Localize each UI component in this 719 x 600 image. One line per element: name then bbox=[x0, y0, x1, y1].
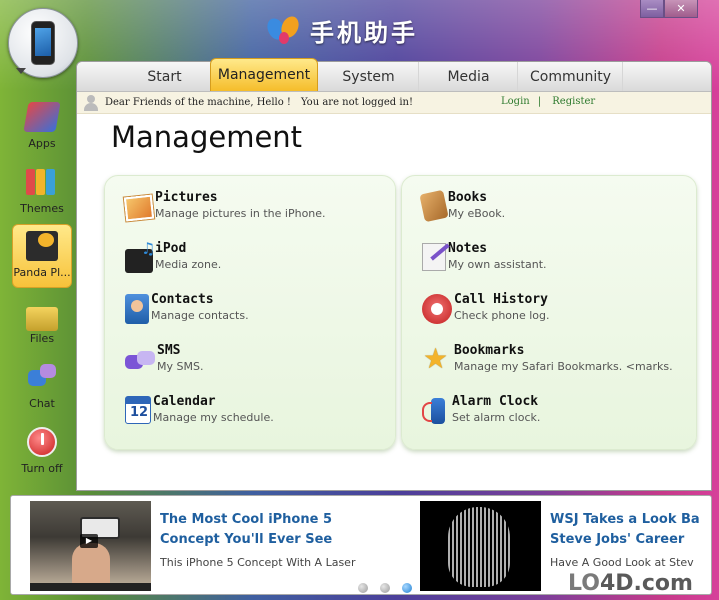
carousel-dots bbox=[358, 583, 412, 593]
news-item-title[interactable]: WSJ Takes a Look Ba Steve Jobs' Career bbox=[550, 510, 710, 550]
feature-name: Notes bbox=[448, 241, 488, 256]
bookmarks-icon bbox=[422, 344, 452, 375]
apps-icon bbox=[23, 102, 61, 132]
greeting-text: Dear Friends of the machine, Hello ! bbox=[105, 97, 291, 108]
feature-desc: Check phone log. bbox=[454, 309, 550, 322]
alarm-clock-icon bbox=[422, 396, 450, 426]
feature-notes[interactable]: Notes My own assistant. bbox=[422, 241, 682, 285]
carousel-dot[interactable] bbox=[380, 583, 390, 593]
tab-bar: Start Management System Media Community bbox=[77, 58, 711, 92]
portrait-image bbox=[448, 507, 510, 587]
sidebar-item-label: Themes bbox=[20, 202, 64, 215]
sidebar-item-apps[interactable]: Apps bbox=[12, 94, 72, 158]
feature-name: Contacts bbox=[151, 292, 214, 307]
feature-contacts[interactable]: Contacts Manage contacts. bbox=[125, 292, 385, 336]
play-icon: ▶ bbox=[80, 534, 98, 548]
news-image-thumbnail[interactable] bbox=[420, 501, 541, 591]
login-status-text: You are not logged in! bbox=[300, 97, 413, 108]
iphone-icon bbox=[31, 21, 55, 65]
feature-name: Bookmarks bbox=[454, 343, 525, 358]
contacts-icon bbox=[125, 294, 149, 324]
feature-name: Calendar bbox=[153, 394, 216, 409]
tab-start[interactable]: Start bbox=[107, 62, 223, 91]
folder-icon bbox=[26, 307, 58, 331]
sidebar-item-label: Chat bbox=[29, 397, 55, 410]
window-controls: — ✕ bbox=[640, 0, 698, 18]
sidebar-item-label: Turn off bbox=[21, 462, 63, 475]
register-link[interactable]: Register bbox=[552, 96, 595, 107]
sidebar-item-label: Apps bbox=[28, 137, 56, 150]
feature-desc: My SMS. bbox=[157, 360, 204, 373]
pictures-icon bbox=[123, 194, 155, 222]
logo-dropdown-arrow-icon[interactable] bbox=[16, 68, 26, 74]
user-icon bbox=[83, 94, 99, 111]
tab-system[interactable]: System bbox=[319, 62, 419, 91]
feature-call-history[interactable]: Call History Check phone log. bbox=[422, 292, 682, 336]
feature-calendar[interactable]: Calendar Manage my schedule. bbox=[125, 394, 385, 438]
minimize-button[interactable]: — bbox=[640, 0, 664, 18]
sidebar: Apps Themes Panda Pl... Files Chat Turn … bbox=[8, 94, 76, 484]
news-item-subtitle: Have A Good Look at Stev bbox=[550, 556, 694, 569]
app-title-text: 手机助手 bbox=[310, 18, 418, 47]
call-history-icon bbox=[422, 294, 452, 324]
feature-name: Books bbox=[448, 190, 488, 205]
notes-icon bbox=[422, 243, 446, 271]
feature-name: Call History bbox=[454, 292, 548, 307]
feature-name: iPod bbox=[155, 241, 187, 256]
sidebar-item-label: Panda Pl... bbox=[13, 266, 71, 279]
feature-alarm-clock[interactable]: Alarm Clock Set alarm clock. bbox=[422, 394, 682, 438]
feature-desc: Manage my Safari Bookmarks. <marks. bbox=[454, 360, 673, 373]
feature-books[interactable]: Books My eBook. bbox=[419, 189, 682, 234]
management-card-left: Pictures Manage pictures in the iPhone. i… bbox=[104, 175, 396, 450]
tab-community[interactable]: Community bbox=[519, 62, 623, 91]
power-icon bbox=[27, 427, 57, 457]
page-title: Management bbox=[111, 120, 303, 154]
chat-icon bbox=[26, 362, 58, 392]
sidebar-item-files[interactable]: Files bbox=[12, 289, 72, 353]
feature-desc: Set alarm clock. bbox=[452, 411, 541, 424]
auth-links: Login | Register bbox=[501, 96, 603, 107]
login-link[interactable]: Login bbox=[501, 96, 530, 107]
carousel-dot[interactable] bbox=[358, 583, 368, 593]
sidebar-item-chat[interactable]: Chat bbox=[12, 354, 72, 418]
tab-media[interactable]: Media bbox=[420, 62, 518, 91]
close-button[interactable]: ✕ bbox=[664, 0, 698, 18]
feature-name: SMS bbox=[157, 343, 181, 358]
butterfly-logo-icon bbox=[264, 13, 302, 46]
carousel-dot-active[interactable] bbox=[402, 583, 412, 593]
feature-bookmarks[interactable]: Bookmarks Manage my Safari Bookmarks. <ma… bbox=[422, 343, 682, 387]
calendar-icon bbox=[125, 396, 151, 424]
feature-pictures[interactable]: Pictures Manage pictures in the iPhone. bbox=[123, 190, 385, 234]
feature-desc: My eBook. bbox=[448, 207, 506, 220]
sms-icon bbox=[125, 351, 155, 375]
news-item-subtitle: This iPhone 5 Concept With A Laser bbox=[160, 556, 356, 569]
feature-ipod[interactable]: iPod Media zone. bbox=[125, 239, 385, 285]
sidebar-item-label: Files bbox=[29, 332, 55, 345]
ipod-icon bbox=[125, 239, 155, 273]
sidebar-item-themes[interactable]: Themes bbox=[12, 159, 72, 223]
info-bar: Dear Friends of the machine, Hello ! You… bbox=[77, 92, 711, 114]
app-title: 手机助手 bbox=[264, 12, 418, 48]
books-icon bbox=[419, 189, 449, 223]
feature-sms[interactable]: SMS My SMS. bbox=[125, 343, 385, 387]
feature-desc: Media zone. bbox=[155, 258, 222, 271]
auth-separator: | bbox=[537, 96, 542, 107]
themes-icon bbox=[26, 167, 58, 197]
feature-desc: Manage my schedule. bbox=[153, 411, 274, 424]
tab-management[interactable]: Management bbox=[210, 58, 318, 91]
panda-player-icon bbox=[26, 231, 58, 261]
news-item-title[interactable]: The Most Cool iPhone 5 Concept You'll Ev… bbox=[160, 510, 405, 550]
feature-desc: Manage contacts. bbox=[151, 309, 249, 322]
sidebar-item-turn-off[interactable]: Turn off bbox=[12, 419, 72, 483]
feature-desc: My own assistant. bbox=[448, 258, 547, 271]
news-video-thumbnail[interactable]: ▶ bbox=[30, 501, 151, 591]
sidebar-item-panda-player[interactable]: Panda Pl... bbox=[12, 224, 72, 288]
feature-desc: Manage pictures in the iPhone. bbox=[155, 207, 326, 220]
feature-name: Alarm Clock bbox=[452, 394, 539, 409]
management-card-right: Books My eBook. Notes My own assistant. Ca… bbox=[401, 175, 697, 450]
watermark-logo: LO4D.com bbox=[568, 571, 693, 596]
feature-name: Pictures bbox=[155, 190, 218, 205]
main-panel: Start Management System Media Community … bbox=[76, 58, 712, 491]
